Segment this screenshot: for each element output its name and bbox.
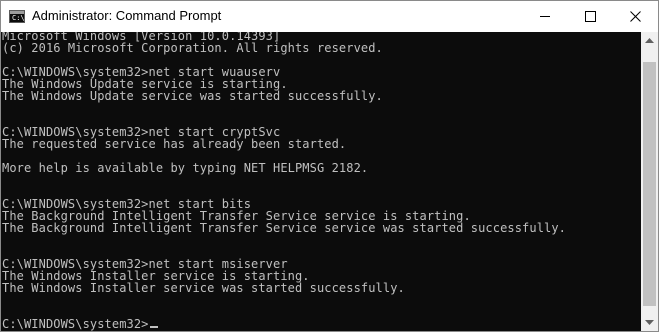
icon-prompt-text: C:\ <box>12 14 25 22</box>
command-prompt-window: C:\ Administrator: Command Prompt Micros… <box>0 0 659 332</box>
console-line: The Windows Update service was started s… <box>2 89 383 103</box>
console-output-area[interactable]: Microsoft Windows [Version 10.0.14393] (c… <box>1 32 641 331</box>
console-line: The requested service has already been s… <box>2 137 347 151</box>
window-title: Administrator: Command Prompt <box>32 8 222 23</box>
command-prompt-icon[interactable]: C:\ <box>9 10 25 23</box>
scrollbar-thumb[interactable] <box>643 62 656 307</box>
chevron-up-icon <box>645 37 654 43</box>
chevron-down-icon <box>645 319 654 325</box>
console-line: The Windows Installer service was starte… <box>2 281 405 295</box>
vertical-scrollbar[interactable] <box>641 32 658 331</box>
title-bar[interactable]: C:\ Administrator: Command Prompt <box>1 1 658 32</box>
scroll-down-button[interactable] <box>641 314 658 331</box>
console-text: Microsoft Windows [Version 10.0.14393] (c… <box>2 32 566 330</box>
maximize-button[interactable] <box>568 1 613 32</box>
console-line: (c) 2016 Microsoft Corporation. All righ… <box>2 41 383 55</box>
console-line: The Background Intelligent Transfer Serv… <box>2 221 566 235</box>
minimize-icon <box>540 16 550 17</box>
scroll-up-button[interactable] <box>641 32 658 49</box>
maximize-icon <box>585 11 596 22</box>
console-line: C:\WINDOWS\system32> <box>2 318 566 330</box>
text-cursor <box>149 326 158 328</box>
console-line: More help is available by typing NET HEL… <box>2 161 369 175</box>
close-icon <box>630 11 641 22</box>
close-button[interactable] <box>613 1 658 32</box>
minimize-button[interactable] <box>523 1 568 32</box>
caption-buttons <box>523 1 658 32</box>
